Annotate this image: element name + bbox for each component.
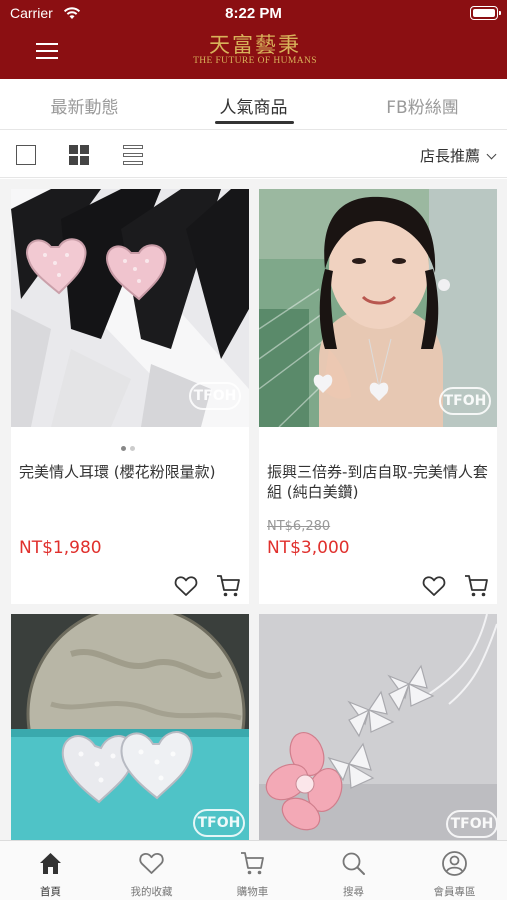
product-grid: TFOH 完美情人耳環 (櫻花粉限量款) NT$1,980 TFOH 振興三倍券… (0, 179, 507, 840)
category-tabs: 最新動態 人氣商品 FB粉絲團 (0, 79, 507, 130)
active-tab-indicator (215, 121, 294, 124)
brand-logo: 天富藝秉 THE FUTURE OF HUMANS (150, 34, 360, 72)
tab-member[interactable]: 會員專區 (404, 841, 505, 900)
logo-sub-text: THE FUTURE OF HUMANS (193, 56, 317, 66)
product-name[interactable]: 完美情人耳環 (櫻花粉限量款) (19, 462, 241, 482)
watermark-logo: TFOH (189, 382, 241, 410)
status-bar: Carrier 8:22 PM (0, 0, 507, 28)
tab-label: 會員專區 (433, 886, 476, 898)
search-icon (342, 852, 365, 875)
product-price: NT$1,980 (19, 538, 102, 558)
tab-label: 我的收藏 (130, 886, 173, 898)
list-view-icon[interactable] (123, 145, 143, 165)
product-name[interactable]: 振興三倍券-到店自取-完美情人套組 (純白美鑽) (267, 462, 489, 502)
top-bar: Carrier 8:22 PM 天富藝秉 THE FUTURE OF HUMAN… (0, 0, 507, 79)
tab-favorites[interactable]: 我的收藏 (101, 841, 202, 900)
product-image[interactable]: TFOH (259, 614, 497, 840)
watermark-logo: TFOH (439, 387, 491, 415)
add-to-cart-icon[interactable] (216, 574, 241, 598)
bottom-tab-bar: 首頁 我的收藏 購物車 搜尋 會員專區 (0, 840, 507, 900)
product-card[interactable]: TFOH 振興三倍券-到店自取-完美情人套組 (純白美鑽) NT$6,280 N… (259, 189, 497, 604)
product-image[interactable]: TFOH (11, 614, 249, 840)
product-card[interactable]: TFOH (11, 614, 249, 840)
tab-home[interactable]: 首頁 (0, 841, 101, 900)
tab-popular-products[interactable]: 人氣商品 (169, 93, 338, 118)
product-original-price: NT$6,280 (267, 519, 331, 534)
tab-label: 搜尋 (343, 886, 364, 898)
watermark-logo: TFOH (446, 810, 497, 838)
product-card[interactable]: TFOH (259, 614, 497, 840)
heart-icon[interactable] (422, 575, 446, 597)
tab-label: 首頁 (40, 886, 61, 898)
heart-icon (139, 852, 164, 874)
single-view-icon[interactable] (16, 145, 36, 165)
tab-cart[interactable]: 購物車 (202, 841, 303, 900)
grid-view-icon[interactable] (69, 145, 89, 165)
product-price: NT$3,000 (267, 538, 350, 558)
view-toolbar: 店長推薦 (0, 131, 507, 178)
watermark-logo: TFOH (193, 809, 245, 837)
sort-label: 店長推薦 (419, 147, 480, 165)
tab-search[interactable]: 搜尋 (303, 841, 404, 900)
menu-button[interactable] (36, 42, 58, 60)
tab-label: 購物車 (236, 886, 269, 898)
product-image[interactable]: TFOH (259, 189, 497, 427)
home-icon (40, 853, 61, 874)
battery-icon (470, 6, 501, 20)
tab-fb-fan-page[interactable]: FB粉絲團 (338, 93, 507, 118)
user-icon (442, 851, 467, 876)
product-image[interactable]: TFOH (11, 189, 249, 427)
logo-main-text: 天富藝秉 (209, 33, 301, 57)
product-card[interactable]: TFOH 完美情人耳環 (櫻花粉限量款) NT$1,980 (11, 189, 249, 604)
tab-latest-news[interactable]: 最新動態 (0, 93, 169, 118)
heart-icon[interactable] (174, 575, 198, 597)
add-to-cart-icon[interactable] (464, 574, 489, 598)
cart-icon (241, 852, 264, 875)
status-time: 8:22 PM (225, 5, 282, 22)
sort-dropdown[interactable]: 店長推薦 (419, 145, 497, 166)
chevron-down-icon (486, 149, 497, 160)
image-pager-dots (121, 436, 139, 455)
